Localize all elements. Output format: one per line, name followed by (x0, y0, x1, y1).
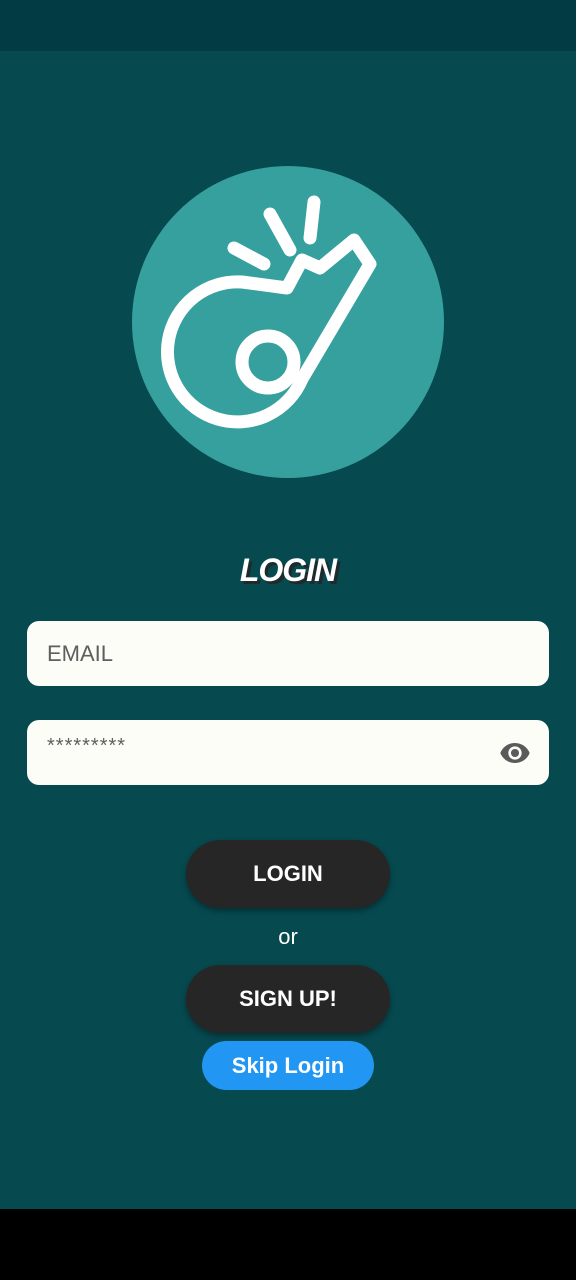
navigation-bar (0, 1209, 576, 1280)
whistle-icon (161, 195, 377, 429)
email-field[interactable] (27, 621, 549, 686)
skip-login-button[interactable]: Skip Login (202, 1041, 374, 1090)
app-logo (132, 166, 444, 478)
eye-icon[interactable] (499, 737, 531, 769)
or-separator: or (278, 924, 298, 949)
login-button[interactable]: LOGIN (186, 840, 390, 908)
page-title: LOGIN (239, 552, 337, 588)
password-field[interactable] (27, 714, 549, 785)
status-bar (0, 0, 576, 51)
email-input[interactable] (47, 621, 507, 686)
signup-button[interactable]: SIGN UP! (186, 965, 390, 1033)
password-input[interactable] (47, 714, 507, 779)
